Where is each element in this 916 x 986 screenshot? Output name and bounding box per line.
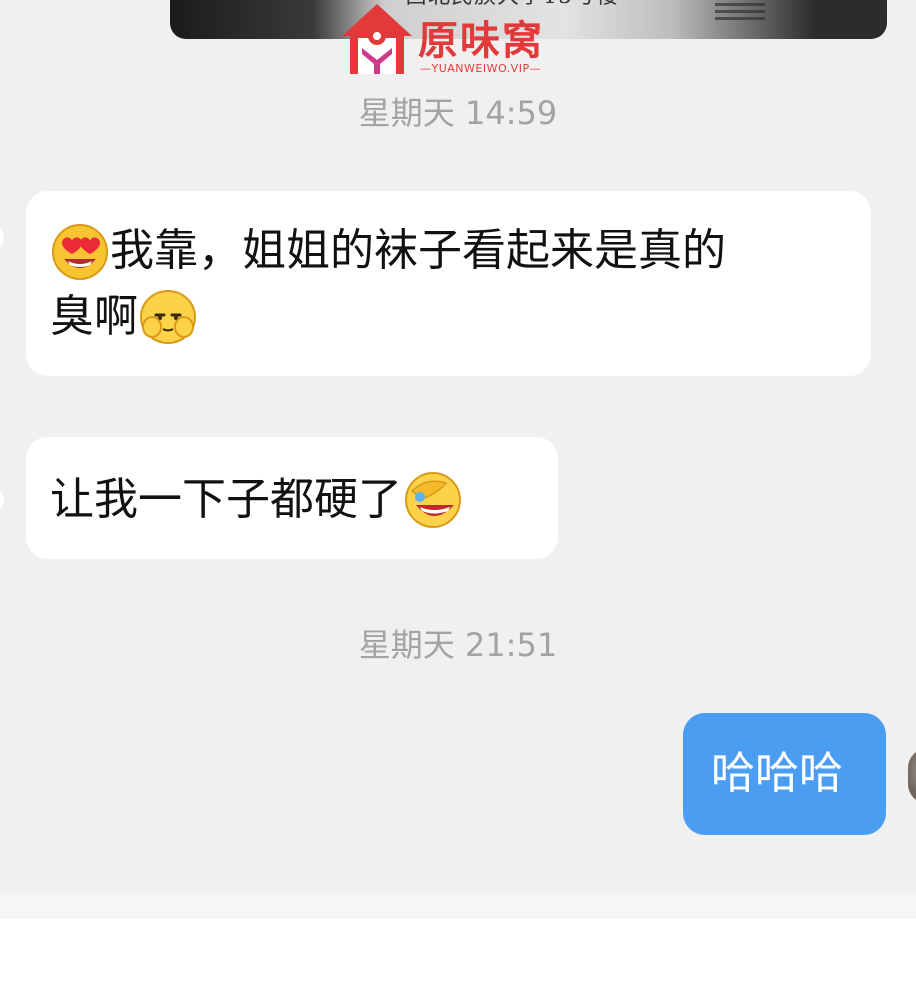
message-text-line2: 臭啊: [50, 291, 138, 342]
avatar[interactable]: [908, 748, 916, 804]
sender-avatar-edge: [0, 226, 4, 250]
blushing-face-emoji-icon: [140, 290, 196, 344]
watermark-url: —YUANWEIWO.VIP—: [420, 62, 542, 75]
incoming-message-bubble[interactable]: 让我一下子都硬了: [26, 437, 558, 559]
timestamp: 星期天 14:59: [358, 94, 558, 132]
facepalm-laugh-emoji-icon: [405, 472, 461, 528]
watermark: 原味窝 —YUANWEIWO.VIP—: [340, 2, 580, 80]
barcode-graphic: [715, 0, 765, 20]
incoming-message-bubble[interactable]: 我靠，姐姐的袜子看起来是真的 臭啊: [26, 191, 871, 376]
sender-avatar-edge: [0, 488, 4, 512]
timestamp: 星期天 21:51: [358, 626, 558, 664]
chat-area[interactable]: 西北民族大学15号楼 原味窝 —YUANWEIWO.VIP— 星期天 14:59…: [0, 0, 916, 895]
house-logo-icon: [342, 4, 412, 74]
message-text: 让我一下子都硬了: [50, 474, 402, 525]
message-text-line1: 我靠，姐姐的袜子看起来是真的: [110, 225, 726, 276]
outgoing-message-bubble[interactable]: 哈哈哈: [683, 713, 886, 835]
heart-eyes-emoji-icon: [52, 224, 108, 280]
message-text: 哈哈哈: [711, 748, 843, 799]
watermark-url-text: YUANWEIWO.VIP: [431, 62, 530, 75]
input-area[interactable]: [0, 895, 916, 986]
watermark-brand: 原味窝: [418, 18, 544, 64]
